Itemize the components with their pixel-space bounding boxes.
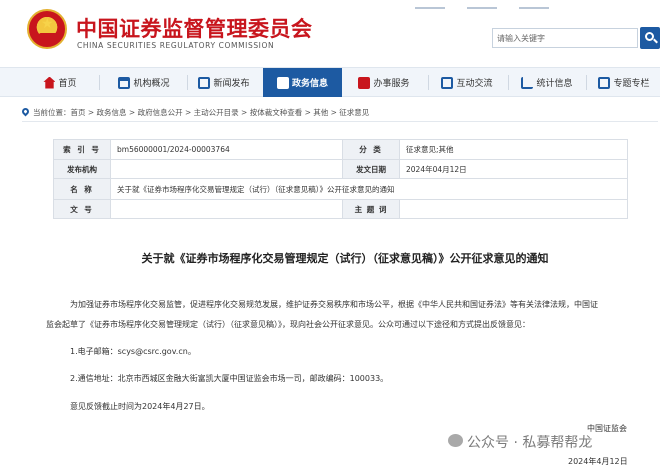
news-icon (198, 76, 211, 89)
site-title[interactable]: 中国证券监督管理委员会 (76, 13, 313, 43)
subject-label: 主 题 词 (342, 199, 400, 219)
index-value: bm56000001/2024-00003764 (110, 139, 343, 160)
document-meta-table: 索 引 号 bm56000001/2024-00003764 分 类 征求意见;… (53, 139, 628, 219)
signature-date: 2024年4月12日 (568, 457, 628, 466)
docno-value (110, 199, 343, 219)
location-pin-icon (20, 106, 31, 117)
nav-item-services[interactable]: 办事服务 (345, 68, 423, 97)
site-subtitle: CHINA SECURITIES REGULATORY COMMISSION (77, 41, 275, 50)
search-button[interactable] (640, 27, 660, 49)
paragraph-line: 为加强证券市场程序化交易监管，促进程序化交易规范发展，维护证券交易秩序和市场公平… (70, 300, 598, 309)
chat-icon (441, 76, 454, 89)
watermark: 公众号 · 私募帮帮龙 (467, 435, 593, 451)
publisher-label: 发布机构 (53, 159, 111, 179)
email-line: 1.电子邮箱：scys@csrc.gov.cn。 (70, 347, 196, 356)
deadline-line: 意见反馈截止时间为2024年4月27日。 (70, 402, 210, 411)
national-emblem-icon: ★ (27, 9, 67, 49)
nav-item-news[interactable]: 新闻发布 (188, 68, 260, 97)
nav-item-home[interactable]: 首页 (28, 68, 92, 97)
nav-label: 首页 (58, 79, 77, 89)
nav-item-about[interactable]: 机构概况 (106, 68, 182, 97)
wechat-icon (448, 434, 463, 447)
main-nav: 首页 机构概况 新闻发布 政务信息 办事服务 互动交流 统计信息 专题专栏 (0, 67, 660, 97)
subject-value (399, 199, 628, 219)
nav-label: 统计信息 (536, 79, 573, 89)
site-header: ★ 中国证券监督管理委员会 CHINA SECURITIES REGULATOR… (0, 0, 660, 66)
nav-label: 政务信息 (291, 79, 328, 89)
topic-icon (598, 76, 611, 89)
name-value: 关于就《证券市场程序化交易管理规定（试行）（征求意见稿）》公开征求意见的通知 (110, 178, 628, 200)
breadcrumb[interactable]: 当前位置：首页 > 政务信息 > 政府信息公开 > 主动公开目录 > 按体裁文种… (33, 107, 369, 118)
stats-icon (521, 76, 534, 89)
nav-label: 专题专栏 (613, 79, 650, 89)
name-label: 名 称 (53, 178, 111, 200)
signature: 中国证监会 (587, 424, 627, 433)
article-title: 关于就《证券市场程序化交易管理规定（试行）（征求意见稿）》公开征求意见的通知 (141, 252, 549, 265)
nav-item-statistics[interactable]: 统计信息 (509, 68, 585, 97)
gov-info-icon (276, 76, 289, 89)
search-input[interactable]: 请输入关键字 (492, 28, 638, 48)
address-line: 2.通信地址：北京市西城区金融大街富凯大厦中国证监会市场一司，邮政编码：1000… (70, 374, 389, 383)
top-utility-bar (415, 0, 615, 9)
publisher-value (110, 159, 343, 179)
index-label: 索 引 号 (53, 139, 111, 160)
nav-item-topics[interactable]: 专题专栏 (588, 68, 660, 97)
docno-label: 文 号 (53, 199, 111, 219)
home-icon (43, 76, 56, 89)
category-label: 分 类 (342, 139, 400, 160)
service-icon (358, 76, 371, 89)
nav-label: 互动交流 (456, 79, 493, 89)
nav-label: 办事服务 (373, 79, 410, 89)
date-label: 发文日期 (342, 159, 400, 179)
paragraph-line: 监会起草了《证券市场程序化交易管理规定（试行）（征求意见稿）》，现向社会公开征求… (46, 320, 530, 329)
divider (22, 121, 658, 122)
nav-item-gov-info[interactable]: 政务信息 (263, 68, 342, 97)
building-icon (118, 76, 131, 89)
nav-item-interaction[interactable]: 互动交流 (429, 68, 505, 97)
category-value: 征求意见;其他 (399, 139, 628, 160)
date-value: 2024年04月12日 (399, 159, 628, 179)
nav-label: 新闻发布 (213, 79, 250, 89)
nav-label: 机构概况 (133, 79, 170, 89)
